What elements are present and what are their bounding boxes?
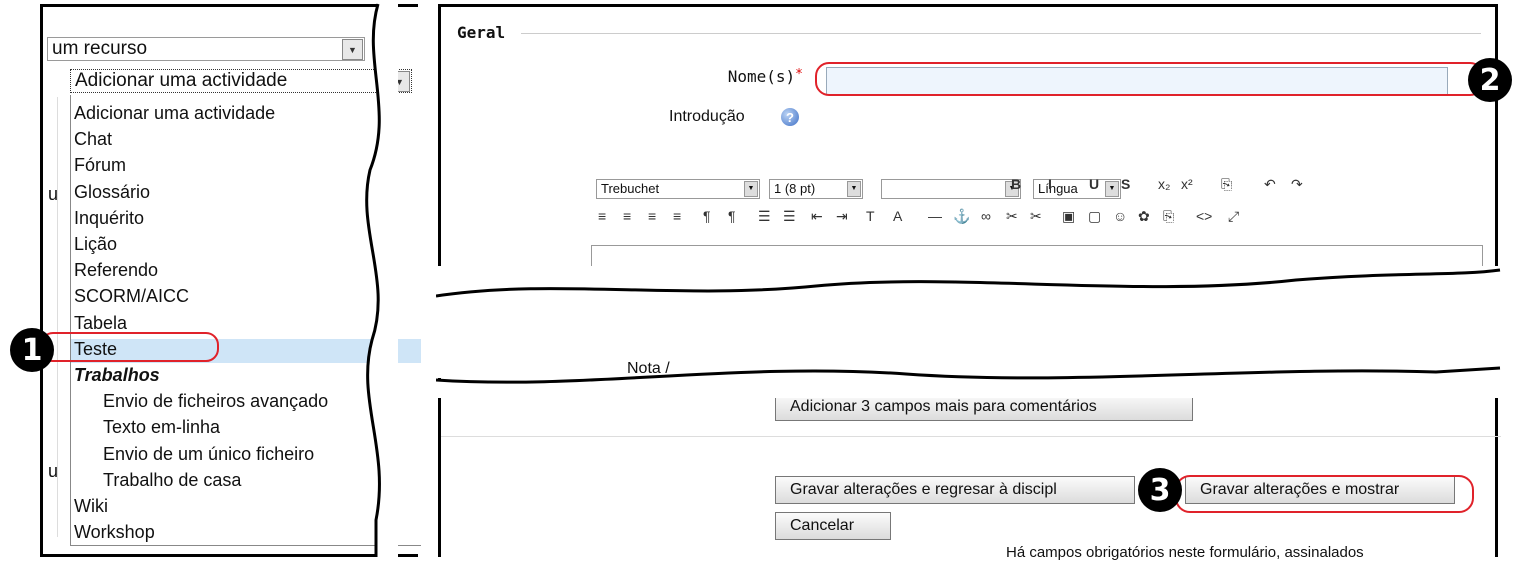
toolbar-icon[interactable]: U xyxy=(1089,176,1099,192)
step-badge-3: 3 xyxy=(1138,468,1182,512)
intro-label: Introdução xyxy=(669,108,745,125)
general-form-panel: Geral Nome(s)* Introdução ? Trebuchet ▼ 1… xyxy=(438,4,1498,306)
toolbar-icon[interactable]: ¶ xyxy=(703,208,711,224)
option-item[interactable]: Workshop xyxy=(74,519,155,545)
fieldset-legend: Geral xyxy=(457,23,506,42)
toolbar-icon[interactable]: ≡ xyxy=(673,208,681,224)
toolbar-icon[interactable]: ⚓ xyxy=(953,208,970,225)
chevron-down-icon[interactable]: ▼ xyxy=(744,181,758,197)
toolbar-icon[interactable]: x² xyxy=(1181,176,1193,192)
step-badge-1: 1 xyxy=(10,328,54,372)
separator xyxy=(441,436,1501,437)
toolbar-icon[interactable]: ≡ xyxy=(648,208,656,224)
toolbar-icon[interactable]: ¶ xyxy=(728,208,736,224)
toolbar-icon[interactable]: T xyxy=(866,208,875,224)
torn-edge xyxy=(365,3,398,557)
option-item[interactable]: Glossário xyxy=(74,179,150,205)
toolbar-icon[interactable]: ⇤ xyxy=(811,208,823,225)
toolbar-icon[interactable]: ≡ xyxy=(623,208,631,224)
torn-edge xyxy=(436,366,1501,398)
toolbar-icon[interactable]: ≡ xyxy=(598,208,606,224)
font-select[interactable]: Trebuchet ▼ xyxy=(596,179,760,199)
save-and-return-button[interactable]: Gravar alterações e regresar à discipl xyxy=(775,476,1135,504)
activity-select-value: Adicionar uma actividade xyxy=(75,70,288,91)
required-fields-note: Há campos obrigatórios neste formulário,… xyxy=(1006,544,1364,561)
toolbar-icon[interactable]: ▢ xyxy=(1088,208,1101,225)
side-line xyxy=(57,97,58,537)
size-select[interactable]: 1 (8 pt) ▼ xyxy=(769,179,863,199)
option-item[interactable]: Adicionar uma actividade xyxy=(74,100,275,126)
option-item[interactable]: Chat xyxy=(74,126,112,152)
chevron-down-icon[interactable]: ▼ xyxy=(1105,181,1119,197)
option-item[interactable]: Envio de ficheiros avançado xyxy=(103,388,328,414)
option-item[interactable]: SCORM/AICC xyxy=(74,283,189,309)
toolbar-icon[interactable]: ☰ xyxy=(758,208,771,225)
toolbar-icon[interactable]: <> xyxy=(1196,208,1212,224)
toolbar-icon[interactable]: A xyxy=(893,208,902,224)
name-label: Nome(s)* xyxy=(727,67,803,86)
toolbar-icon[interactable]: B xyxy=(1011,176,1021,192)
toolbar-icon[interactable]: ☺ xyxy=(1113,208,1127,224)
toolbar-icon[interactable]: x₂ xyxy=(1158,176,1170,192)
option-group-label: Trabalhos xyxy=(74,365,160,385)
resource-select[interactable]: um recurso ▼ xyxy=(47,37,365,61)
toolbar-icon[interactable]: ⎘ xyxy=(1163,208,1174,225)
help-icon[interactable]: ? xyxy=(781,108,799,126)
chevron-down-icon[interactable]: ▼ xyxy=(847,181,861,197)
fieldset-line xyxy=(521,33,1481,34)
option-item[interactable]: Trabalho de casa xyxy=(103,467,241,493)
toolbar-icon[interactable]: ∞ xyxy=(981,208,991,224)
toolbar-icon[interactable]: ✿ xyxy=(1138,208,1150,225)
submit-panel: Adicionar 3 campos mais para comentários… xyxy=(438,378,1501,561)
cancel-button[interactable]: Cancelar xyxy=(775,512,891,540)
toolbar-icon[interactable]: ⎘ xyxy=(1221,176,1232,193)
torn-edge xyxy=(436,266,1501,316)
option-item[interactable]: Envio de um único ficheiro xyxy=(103,441,314,467)
toolbar-icon[interactable]: ▣ xyxy=(1062,208,1075,225)
toolbar-icon[interactable]: ↷ xyxy=(1291,176,1303,193)
option-item[interactable]: Wiki xyxy=(74,493,108,519)
language-select[interactable]: Língua ▼ xyxy=(1033,179,1121,199)
toolbar-icon[interactable]: ⤢ xyxy=(1228,208,1239,225)
toolbar-icon[interactable]: I xyxy=(1048,176,1052,192)
toolbar-icon[interactable]: ✂ xyxy=(1006,208,1018,225)
option-item[interactable]: Texto em-linha xyxy=(103,414,220,440)
option-item[interactable]: Inquérito xyxy=(74,205,144,231)
callout-teste xyxy=(40,332,219,362)
option-item[interactable]: Fórum xyxy=(74,152,126,178)
resource-select-value: um recurso xyxy=(52,38,148,59)
option-item[interactable]: Referendo xyxy=(74,257,158,283)
toolbar-icon[interactable]: ↶ xyxy=(1264,176,1276,193)
step-badge-2: 2 xyxy=(1468,58,1512,102)
callout-save-show xyxy=(1175,475,1474,513)
toolbar-icon[interactable]: ✂ xyxy=(1030,208,1042,225)
toolbar-icon[interactable]: S xyxy=(1121,176,1130,192)
toolbar-icon[interactable]: ⇥ xyxy=(836,208,848,225)
toolbar-icon[interactable]: ☰ xyxy=(783,208,796,225)
toolbar-icon[interactable]: — xyxy=(928,208,942,224)
option-item[interactable]: Lição xyxy=(74,231,117,257)
callout-name-field xyxy=(815,62,1484,96)
format-select[interactable]: ▼ xyxy=(881,179,1021,199)
